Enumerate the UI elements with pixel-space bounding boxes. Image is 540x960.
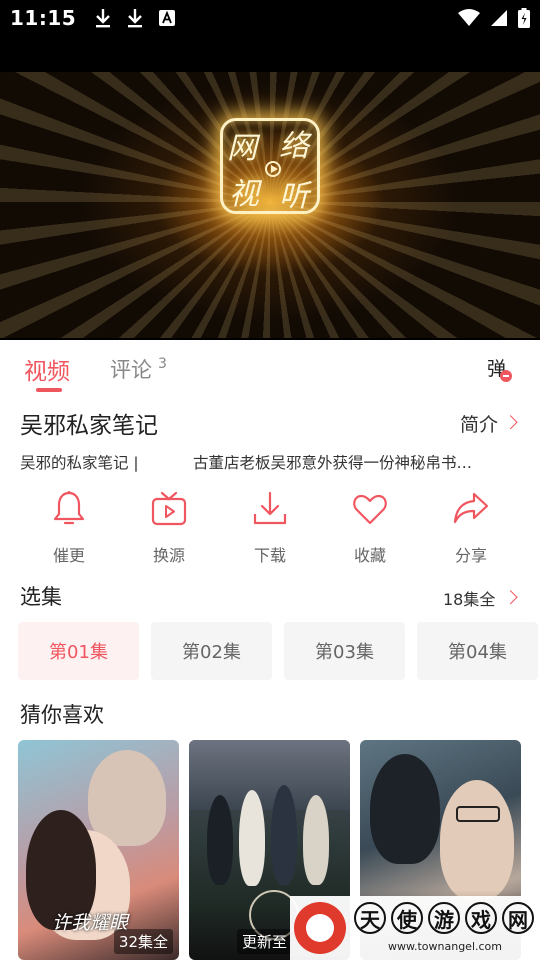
episode-button[interactable]: 第03集 — [284, 622, 405, 680]
episode-count-badge: 32集全 — [113, 929, 173, 954]
poster-figure — [303, 795, 329, 885]
episode-button[interactable]: 第02集 — [151, 622, 272, 680]
action-label: 换源 — [152, 546, 185, 565]
wifi-icon — [458, 9, 480, 26]
share-icon — [453, 492, 489, 524]
status-system-icons — [458, 8, 530, 28]
signal-icon — [491, 10, 507, 26]
watermark-char: 天 — [354, 902, 386, 934]
video-player[interactable]: 网 络 视 听 — [0, 36, 540, 340]
watermark-logo-icon — [294, 902, 346, 954]
watermark-text: 天 使 游 戏 网 — [354, 902, 534, 934]
recommend-heading: 猜你喜欢 — [20, 703, 104, 727]
action-bar: 催更 换源 下载 收藏 分享 — [0, 490, 540, 570]
poster-figure — [370, 754, 440, 864]
update-status-badge: 更新至 — [237, 929, 293, 954]
episode-button[interactable]: 第01集 — [18, 622, 139, 680]
episode-button[interactable]: 第04集 — [417, 622, 538, 680]
site-watermark: 天 使 游 戏 网 www.townangel.com — [290, 896, 540, 960]
chevron-right-icon — [503, 590, 518, 605]
bell-icon — [53, 491, 85, 525]
poster-figure — [239, 790, 265, 886]
glasses-icon — [456, 806, 500, 822]
heart-icon — [353, 494, 387, 525]
switch-source-button[interactable]: 换源 — [129, 490, 209, 566]
all-episodes-link[interactable]: 18集全 — [443, 586, 495, 610]
logo-char: 络 — [279, 129, 309, 164]
favorite-button[interactable]: 收藏 — [330, 490, 410, 566]
show-description[interactable]: 古董店老板吴邪意外获得一份神秘帛书… — [193, 451, 518, 473]
download-icon — [253, 491, 287, 525]
logo-char: 听 — [279, 179, 309, 214]
watermark-char: 网 — [502, 902, 534, 934]
action-label: 分享 — [454, 546, 487, 565]
logo-play-icon — [265, 161, 281, 177]
active-tab-indicator — [36, 388, 62, 392]
intro-link[interactable]: 简介 — [460, 410, 498, 437]
poster-figure — [440, 780, 514, 900]
app-notification-icon — [159, 10, 176, 26]
poster-figure — [88, 750, 166, 846]
watermark-url: www.townangel.com — [388, 940, 502, 953]
tab-comments[interactable]: 评论 — [110, 354, 152, 384]
battery-icon — [518, 8, 530, 28]
status-bar: 11:15 — [0, 0, 540, 36]
share-button[interactable]: 分享 — [431, 490, 511, 566]
detail-tabs: 视频 评论 3 弹 — [0, 340, 540, 396]
poster-figure — [271, 785, 297, 885]
watermark-char: 游 — [428, 902, 460, 934]
download-notification-icon — [96, 9, 111, 28]
broadcast-logo: 网 络 视 听 — [220, 118, 320, 214]
action-label: 收藏 — [353, 546, 386, 565]
watermark-char: 使 — [391, 902, 423, 934]
tv-play-icon — [151, 491, 187, 526]
remind-update-button[interactable]: 催更 — [29, 490, 109, 566]
show-subtitle: 吴邪的私家笔记 | — [20, 454, 139, 472]
poster-figure — [207, 795, 233, 885]
chevron-right-icon — [503, 415, 518, 430]
episodes-heading: 选集 — [20, 585, 62, 609]
show-title: 吴邪私家笔记 — [20, 413, 158, 439]
action-label: 催更 — [52, 546, 85, 565]
comments-count: 3 — [158, 356, 167, 372]
status-notifications — [94, 8, 176, 28]
recommend-card[interactable]: 许我耀眼 32集全 — [18, 740, 179, 960]
watermark-char: 戏 — [465, 902, 497, 934]
tab-video[interactable]: 视频 — [24, 352, 70, 386]
download-button[interactable]: 下载 — [230, 490, 310, 566]
danmaku-off-icon — [500, 370, 512, 382]
logo-char: 视 — [229, 177, 259, 212]
status-time: 11:15 — [10, 6, 77, 30]
logo-char: 网 — [227, 131, 257, 166]
download-notification-icon — [128, 9, 143, 28]
action-label: 下载 — [253, 546, 286, 565]
